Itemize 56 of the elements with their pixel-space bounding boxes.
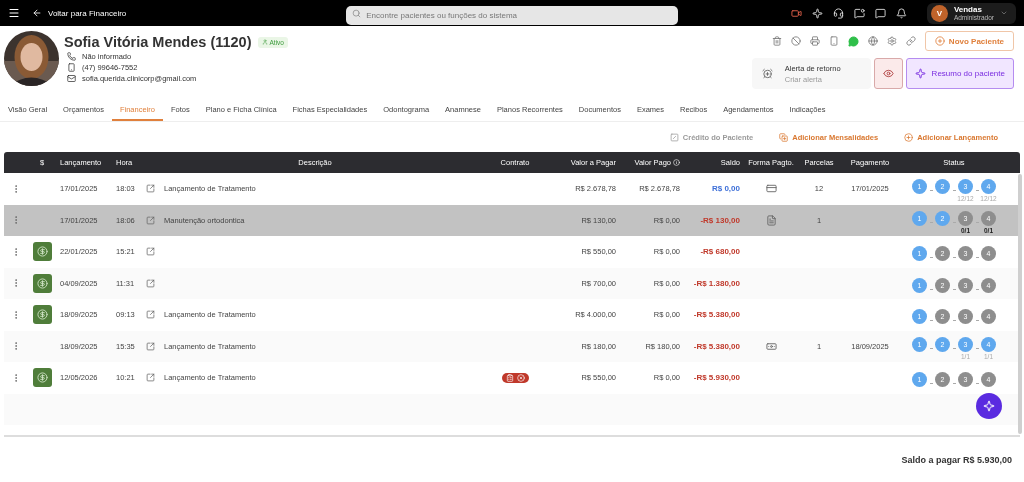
sparkle-icon [914, 68, 926, 79]
open-link-icon[interactable] [145, 278, 155, 288]
settings-icon[interactable] [886, 36, 897, 46]
arrow-left-icon [32, 8, 42, 18]
sparkle-icon[interactable] [811, 7, 823, 19]
balance-total: Saldo a pagar R$ 5.930,00 [901, 454, 1012, 465]
video-icon[interactable] [790, 7, 802, 19]
link-icon[interactable] [905, 36, 916, 46]
chat-bubble-icon[interactable] [847, 35, 859, 47]
message-icon[interactable] [874, 7, 886, 19]
user-avatar: V [930, 4, 948, 22]
phone-icon[interactable] [828, 36, 839, 46]
chevron-down-icon [1000, 9, 1008, 17]
open-link-icon[interactable] [145, 215, 155, 225]
table-cell-text: -R$ 5.380,00 [692, 310, 741, 320]
credit-card-icon [765, 183, 777, 195]
phone-icon [67, 52, 76, 61]
open-link-icon[interactable] [145, 184, 155, 194]
bell-icon[interactable] [895, 7, 907, 19]
copy-plus-icon [779, 132, 789, 142]
open-link-icon[interactable] [145, 310, 155, 320]
summary-button[interactable]: Resumo do paciente [905, 58, 1014, 89]
table-cell-text: R$ 0,00 [710, 184, 741, 194]
banknote-icon [765, 340, 777, 352]
open-link-icon[interactable] [145, 373, 155, 383]
plus-circle-icon [904, 132, 914, 142]
user-name: Vendas [953, 5, 983, 14]
printer-icon[interactable] [809, 36, 820, 46]
patient-name: Sofia Vitória Mendes (1120) [64, 34, 252, 50]
headset-icon[interactable] [832, 7, 844, 19]
sparkle-icon [983, 400, 995, 412]
info-icon [673, 159, 680, 166]
search-icon [352, 8, 362, 18]
alarm-icon [761, 68, 773, 79]
chat-icon[interactable] [853, 7, 865, 19]
eye-button[interactable] [873, 58, 903, 89]
mobile-icon [67, 63, 76, 72]
mail-icon [67, 74, 76, 83]
menu-icon[interactable] [8, 7, 20, 19]
eye-icon [882, 68, 894, 79]
person-icon [261, 39, 268, 45]
ban-icon[interactable] [790, 36, 801, 46]
open-link-icon[interactable] [145, 341, 155, 351]
trash-icon[interactable] [771, 36, 782, 46]
search-field[interactable]: Encontre pacientes ou funções do sistema [346, 5, 679, 25]
table-cell-text: -R$ 1.380,00 [692, 278, 741, 288]
table-cell-text: -R$ 680,00 [699, 247, 741, 257]
document-icon [765, 214, 777, 226]
globe-icon[interactable] [867, 36, 878, 46]
open-link-icon[interactable] [145, 247, 155, 257]
table-cell-text: -R$ 5.930,00 [692, 373, 741, 383]
table-cell-text: -R$ 130,00 [699, 215, 741, 225]
back-link[interactable]: Voltar para Financeiro [32, 8, 127, 18]
plus-circle-icon [934, 36, 945, 46]
scrollbar[interactable] [1018, 174, 1022, 434]
table-cell-text: -R$ 5.380,00 [692, 341, 741, 351]
